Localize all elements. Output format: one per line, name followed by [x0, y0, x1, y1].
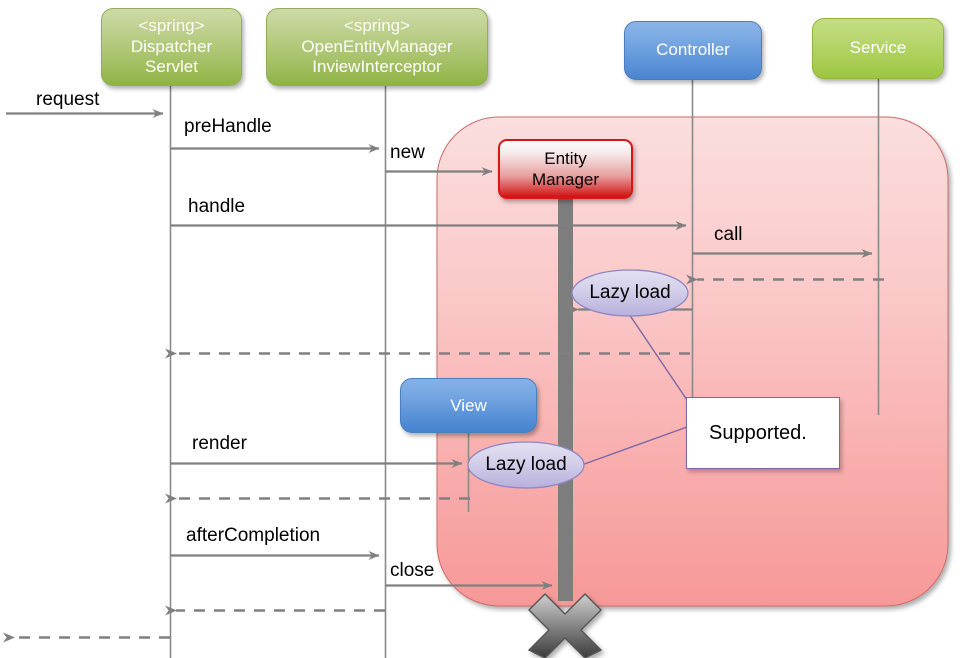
lifeline-header-service[interactable]: Service — [812, 18, 944, 79]
message-label-aftercompletion: afterCompletion — [186, 525, 321, 546]
message-label-request: request — [36, 89, 100, 110]
message-label-call: call — [714, 224, 743, 245]
lazy-load-view-label: Lazy load — [485, 454, 567, 475]
object-entity-manager-line1: Entity — [544, 148, 587, 168]
lifeline-name-dispatcher-line2: Servlet — [145, 57, 198, 77]
supported-note[interactable]: Supported. — [686, 397, 840, 469]
message-label-render: render — [192, 433, 247, 454]
entity-manager-activation-bar — [558, 198, 573, 601]
message-label-handle: handle — [188, 196, 246, 217]
lifeline-header-openentitymanager-interceptor[interactable]: <spring> OpenEntityManager InviewInterce… — [266, 8, 488, 86]
lifeline-name-service: Service — [849, 38, 907, 58]
lifeline-header-dispatcher-servlet[interactable]: <spring> Dispatcher Servlet — [101, 8, 242, 86]
lifeline-name-controller: Controller — [656, 40, 730, 60]
object-entity-manager-line2: Manager — [531, 170, 600, 189]
message-label-close: close — [390, 560, 435, 581]
object-view[interactable]: View — [400, 378, 537, 433]
message-label-new: new — [390, 142, 425, 163]
lazy-load-controller-label: Lazy load — [589, 282, 671, 303]
object-entity-manager[interactable]: Entity Manager — [498, 139, 633, 199]
object-view-label: View — [450, 395, 487, 415]
supported-note-text: Supported. — [709, 421, 807, 444]
lifeline-name-openentitymanager-line2: InviewInterceptor — [312, 57, 442, 77]
lifeline-stereotype-openentitymanager: <spring> — [343, 15, 411, 35]
diagram-shapes-layer — [2, 79, 949, 658]
sequence-diagram-canvas: <spring> Dispatcher Servlet <spring> Ope… — [0, 0, 964, 658]
message-label-prehandle: preHandle — [184, 116, 272, 137]
lifeline-header-controller[interactable]: Controller — [624, 21, 762, 80]
lifeline-name-dispatcher-line1: Dispatcher — [130, 36, 213, 56]
lifeline-stereotype-dispatcher: <spring> — [138, 15, 205, 35]
lifeline-name-openentitymanager-line1: OpenEntityManager — [301, 36, 453, 56]
